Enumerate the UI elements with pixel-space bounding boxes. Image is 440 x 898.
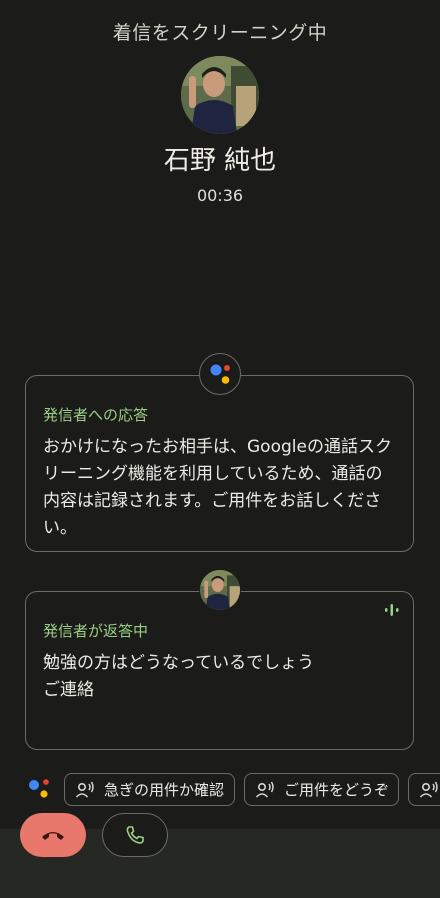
call-screening-screen: 着信をスクリーニング中 石野 純也 00:36 発信者への応答 おかけになったお…: [0, 0, 440, 898]
card-body: おかけになったお相手は、Googleの通話スクリーニング機能を利用しているため、…: [43, 437, 392, 538]
card-body: 勉強の方はどうなっているでしょう ご連絡: [43, 653, 315, 700]
google-assistant-icon[interactable]: [24, 773, 54, 803]
caller-name: 石野 純也: [163, 146, 277, 176]
voice-person-icon: [419, 781, 438, 798]
chip-label: ご用件をどうぞ: [284, 781, 390, 799]
answer-call-button[interactable]: [102, 813, 168, 857]
call-timer: 00:36: [196, 186, 244, 205]
hang-up-icon: [42, 832, 64, 840]
card-title: 発信者が返答中: [43, 622, 149, 640]
assistant-response-card: 発信者への応答 おかけになったお相手は、Googleの通話スクリーニング機能を利…: [25, 375, 414, 552]
quick-reply-more-button[interactable]: [408, 773, 440, 806]
hang-up-button[interactable]: [20, 813, 86, 857]
google-assistant-icon: [199, 353, 241, 395]
voice-person-icon: [75, 781, 94, 798]
chip-label: 急ぎの用件か確認: [104, 781, 225, 799]
speaking-indicator-icon: [385, 604, 399, 616]
caller-avatar: [181, 56, 259, 134]
caller-avatar-small: [199, 569, 241, 611]
caller-photo-icon: [181, 56, 259, 134]
caller-reply-card: 発信者が返答中 勉強の方はどうなっているでしょう ご連絡: [25, 591, 414, 750]
quick-reply-go-ahead-button[interactable]: ご用件をどうぞ: [244, 773, 399, 806]
card-title: 発信者への応答: [43, 406, 149, 424]
quick-reply-urgent-button[interactable]: 急ぎの用件か確認: [64, 773, 235, 806]
screen-title: 着信をスクリーニング中: [112, 22, 328, 44]
phone-icon: [126, 826, 144, 844]
voice-person-icon: [255, 781, 274, 798]
